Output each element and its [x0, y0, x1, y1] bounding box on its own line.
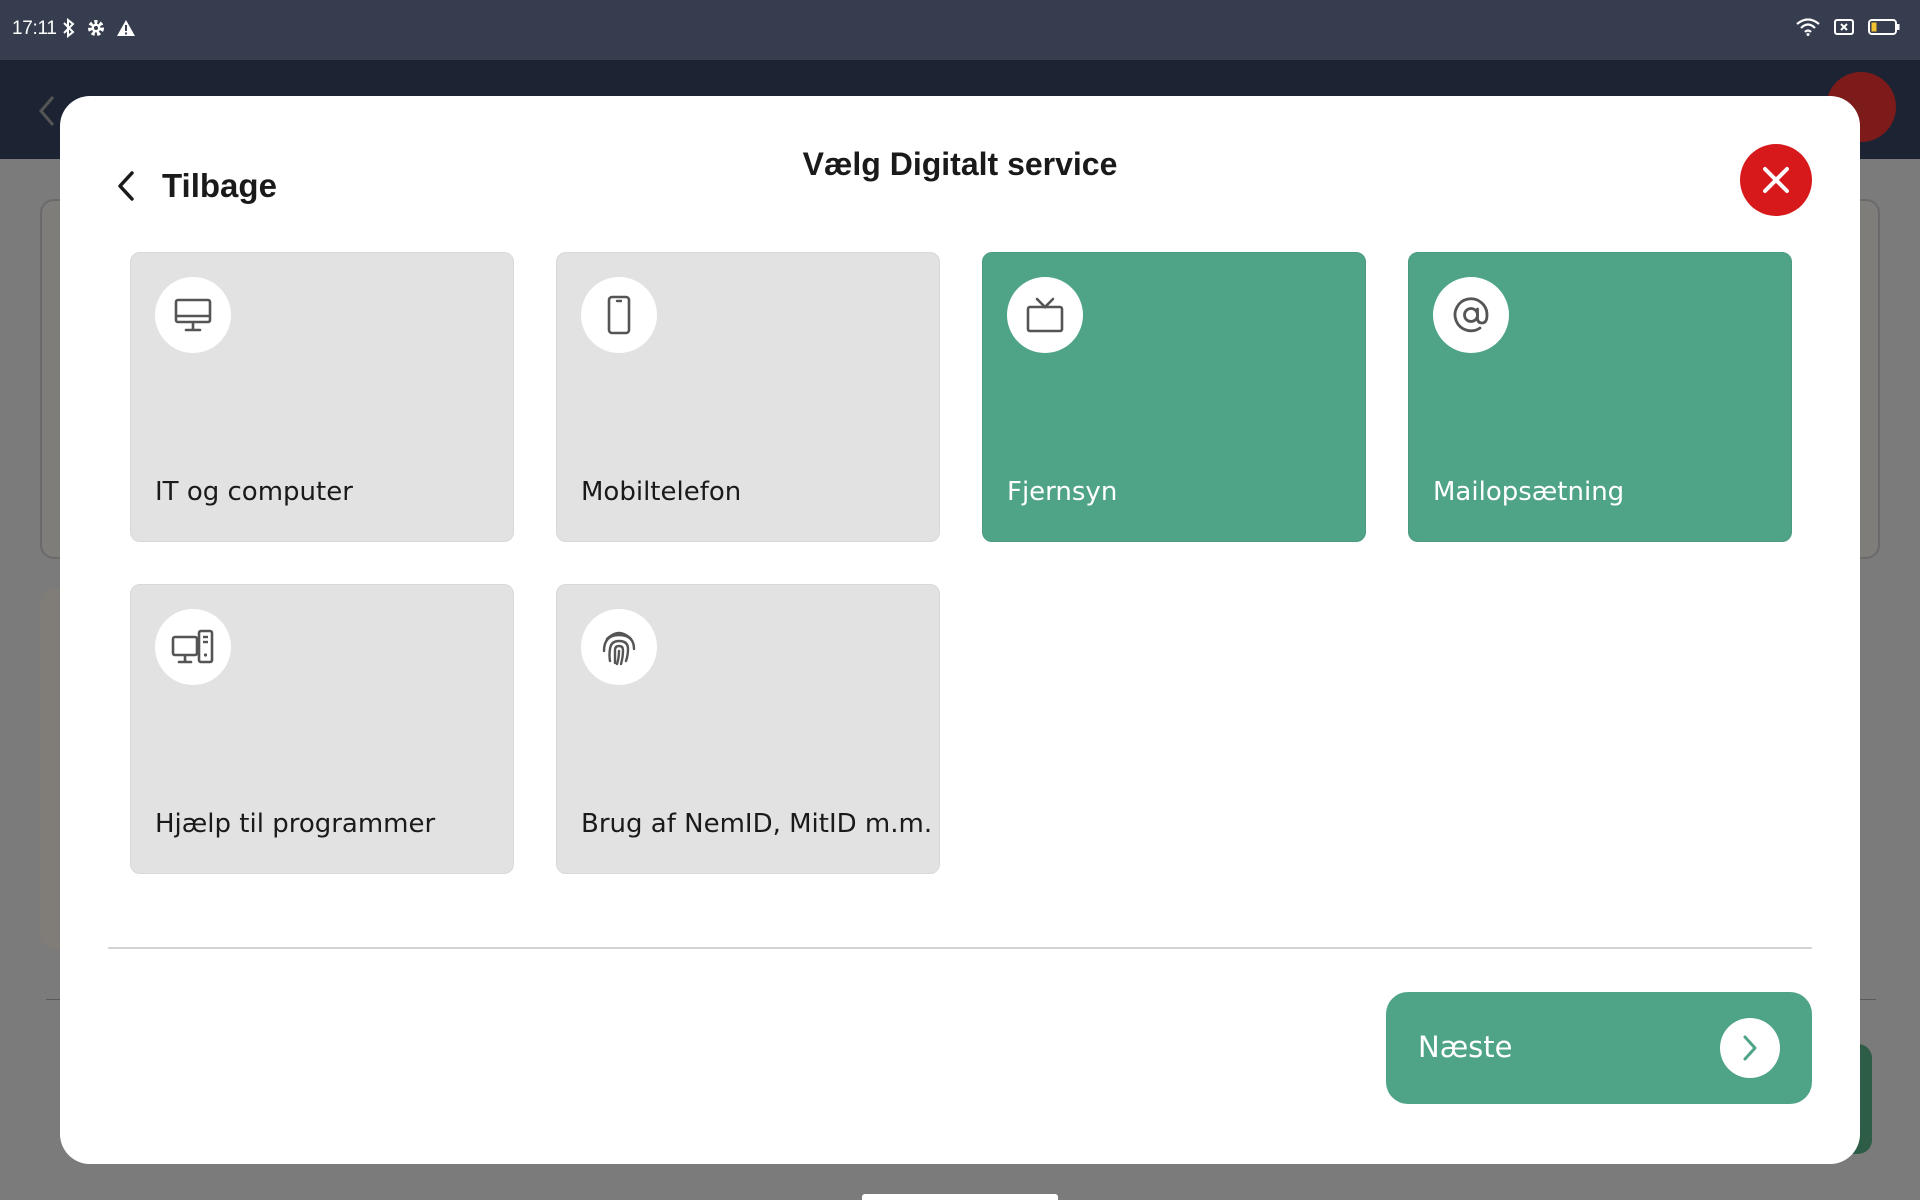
wifi-icon — [1796, 18, 1820, 36]
tile-icon-container — [1433, 277, 1509, 353]
modal-title: Vælg Digitalt service — [802, 146, 1118, 182]
bluetooth-icon — [63, 18, 75, 38]
tile-icon-container — [155, 609, 231, 685]
status-time: 17:11 — [12, 18, 57, 39]
sim-icon — [1834, 19, 1854, 35]
footer-divider — [108, 947, 1812, 949]
tile-icon-container — [1007, 277, 1083, 353]
next-arrow-container — [1720, 1018, 1780, 1078]
tile-label: Brug af NemID, MitID m.m. — [581, 809, 933, 839]
service-tile-nemid-mitid[interactable]: Brug af NemID, MitID m.m. — [556, 584, 940, 874]
tile-label: IT og computer — [155, 477, 353, 507]
at-sign-icon — [1453, 297, 1489, 333]
service-tile-programs[interactable]: Hjælp til programmer — [130, 584, 514, 874]
home-indicator[interactable] — [862, 1194, 1058, 1200]
tile-label: Mobiltelefon — [581, 477, 742, 507]
warning-icon — [117, 20, 135, 36]
background-back-icon — [39, 96, 55, 126]
chevron-right-icon — [1743, 1035, 1757, 1061]
settings-icon — [88, 20, 104, 36]
service-tile-mail[interactable]: Mailopsætning — [1408, 252, 1792, 542]
service-tile-it-computer[interactable]: IT og computer — [130, 252, 514, 542]
next-button[interactable]: Næste — [1386, 992, 1812, 1104]
service-selection-modal: Tilbage Vælg Digitalt service IT og comp… — [60, 96, 1860, 1164]
service-tile-tv[interactable]: Fjernsyn — [982, 252, 1366, 542]
tile-label: Hjælp til programmer — [155, 809, 436, 839]
next-button-label: Næste — [1418, 1030, 1513, 1064]
tile-icon-container — [155, 277, 231, 353]
desktop-tower-icon — [171, 629, 214, 664]
battery-icon — [1868, 19, 1900, 35]
close-icon — [1763, 167, 1789, 193]
smartphone-icon — [607, 295, 631, 335]
tile-label: Fjernsyn — [1007, 477, 1118, 507]
tile-icon-container — [581, 609, 657, 685]
tile-label: Mailopsætning — [1433, 477, 1625, 507]
fingerprint-icon — [602, 631, 636, 666]
monitor-icon — [174, 298, 212, 332]
close-button[interactable] — [1740, 144, 1812, 216]
tile-icon-container — [581, 277, 657, 353]
service-tile-mobile[interactable]: Mobiltelefon — [556, 252, 940, 542]
status-bar: 17:11 — [0, 0, 1920, 60]
tv-icon — [1026, 297, 1064, 333]
